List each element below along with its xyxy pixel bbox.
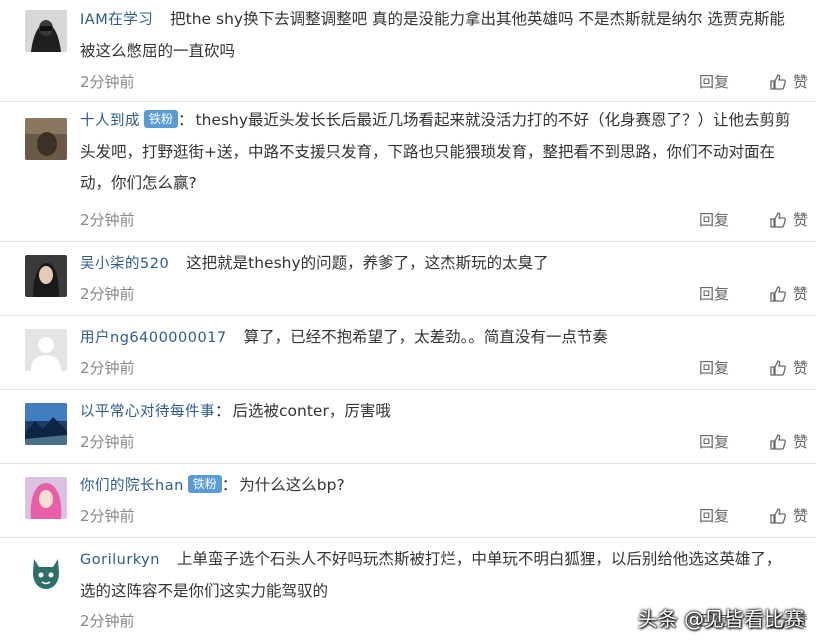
reply-button[interactable]: 回复	[699, 68, 729, 96]
comment-text: 上单蛮子选个石头人不好吗玩杰斯被打烂，中单玩不明白狐狸，以后别给他选这英雄了，选…	[80, 550, 782, 600]
like-label: 赞	[792, 73, 808, 91]
reply-button[interactable]: 回复	[699, 428, 729, 456]
watermark: 头条 @见皆看比赛	[637, 607, 804, 631]
separator: ：	[221, 476, 238, 494]
comment-item: 以平常心对待每件事： 后选被conter，厉害哦 2分钟前 回复 赞	[0, 389, 816, 464]
comment-meta: 2分钟前 回复 赞	[80, 428, 808, 456]
like-button[interactable]: 赞	[769, 206, 808, 234]
timestamp: 2分钟前	[80, 507, 135, 525]
user-avatar[interactable]	[25, 329, 67, 371]
reply-button[interactable]: 回复	[699, 502, 729, 530]
timestamp: 2分钟前	[80, 433, 135, 451]
like-label: 赞	[792, 507, 808, 525]
thumbs-up-icon	[770, 360, 786, 376]
separator: ：	[178, 111, 194, 129]
comment-text: 这把就是theshy的问题，养爹了，这杰斯玩的太臭了	[186, 254, 549, 272]
comment-body: 以平常心对待每件事： 后选被conter，厉害哦	[80, 396, 796, 428]
username-link[interactable]: Gorilurkyn	[80, 552, 160, 568]
username-link[interactable]: 吴小柒的520	[80, 256, 169, 272]
comment-text: 为什么这么bp?	[239, 476, 345, 494]
comment-body: IAM在学习 把the shy换下去调整调整吧 真的是没能力拿出其他英雄吗 不是…	[80, 4, 796, 67]
user-avatar[interactable]	[25, 477, 67, 519]
thumbs-up-icon	[770, 212, 786, 228]
separator: ：	[215, 402, 231, 420]
comment-meta: 2分钟前 回复 赞	[80, 502, 808, 530]
like-button[interactable]: 赞	[769, 502, 808, 530]
thumbs-up-icon	[770, 286, 786, 302]
like-label: 赞	[792, 359, 808, 377]
reply-button[interactable]: 回复	[699, 354, 729, 382]
like-label: 赞	[792, 433, 808, 451]
like-button[interactable]: 赞	[769, 280, 808, 308]
user-avatar[interactable]	[25, 10, 67, 52]
timestamp: 2分钟前	[80, 285, 135, 303]
thumbs-up-icon	[770, 508, 786, 524]
comment-item: IAM在学习 把the shy换下去调整调整吧 真的是没能力拿出其他英雄吗 不是…	[0, 0, 816, 102]
thumbs-up-icon	[770, 434, 786, 450]
like-button[interactable]: 赞	[769, 354, 808, 382]
comment-item: 用户ng6400000017 算了，已经不抱希望了，太差劲。。简直没有一点节奏 …	[0, 315, 816, 390]
fan-badge: 铁粉	[187, 475, 222, 493]
comment-meta: 2分钟前 回复 赞	[80, 206, 808, 234]
comment-item: 你们的院长han 铁粉：为什么这么bp? 2分钟前 回复 赞	[0, 463, 816, 538]
comment-meta: 2分钟前 回复 赞	[80, 280, 808, 308]
timestamp: 2分钟前	[80, 73, 135, 91]
comment-body: 你们的院长han 铁粉：为什么这么bp?	[80, 470, 796, 502]
username-link[interactable]: IAM在学习	[80, 12, 153, 28]
timestamp: 2分钟前	[80, 211, 135, 229]
like-label: 赞	[792, 285, 808, 303]
like-label: 赞	[792, 211, 808, 229]
user-avatar[interactable]	[25, 551, 67, 593]
username-link[interactable]: 以平常心对待每件事	[80, 404, 215, 420]
comment-body: 十人到成 铁粉： theshy最近头发长长后最近几场看起来就没活力打的不好（化身赛恩…	[80, 105, 796, 199]
reply-button[interactable]: 回复	[699, 206, 729, 234]
fan-badge: 铁粉	[144, 110, 179, 128]
user-avatar[interactable]	[25, 118, 67, 160]
username-link[interactable]: 用户ng6400000017	[80, 330, 227, 346]
comment-body: Gorilurkyn 上单蛮子选个石头人不好吗玩杰斯被打烂，中单玩不明白狐狸，以…	[80, 544, 796, 607]
thumbs-up-icon	[770, 74, 786, 90]
comment-meta: 2分钟前 回复 赞	[80, 68, 808, 96]
comment-text: 后选被conter，厉害哦	[232, 402, 391, 420]
comment-body: 吴小柒的520 这把就是theshy的问题，养爹了，这杰斯玩的太臭了	[80, 248, 796, 280]
user-avatar[interactable]	[25, 255, 67, 297]
like-button[interactable]: 赞	[769, 68, 808, 96]
timestamp: 2分钟前	[80, 359, 135, 377]
comment-text: 算了，已经不抱希望了，太差劲。。简直没有一点节奏	[243, 328, 608, 346]
comment-meta: 2分钟前 回复 赞	[80, 354, 808, 382]
like-button[interactable]: 赞	[769, 428, 808, 456]
timestamp: 2分钟前	[80, 612, 135, 630]
comment-item: 吴小柒的520 这把就是theshy的问题，养爹了，这杰斯玩的太臭了 2分钟前 …	[0, 241, 816, 316]
reply-button[interactable]: 回复	[699, 280, 729, 308]
comment-text: 把the shy换下去调整调整吧 真的是没能力拿出其他英雄吗 不是杰斯就是纳尔 …	[80, 10, 785, 60]
username-link[interactable]: 十人到成	[80, 113, 140, 129]
user-avatar[interactable]	[25, 403, 67, 445]
username-link[interactable]: 你们的院长han	[80, 478, 184, 494]
comment-body: 用户ng6400000017 算了，已经不抱希望了，太差劲。。简直没有一点节奏	[80, 322, 796, 354]
comment-item: 十人到成 铁粉： theshy最近头发长长后最近几场看起来就没活力打的不好（化身赛恩…	[0, 101, 816, 242]
